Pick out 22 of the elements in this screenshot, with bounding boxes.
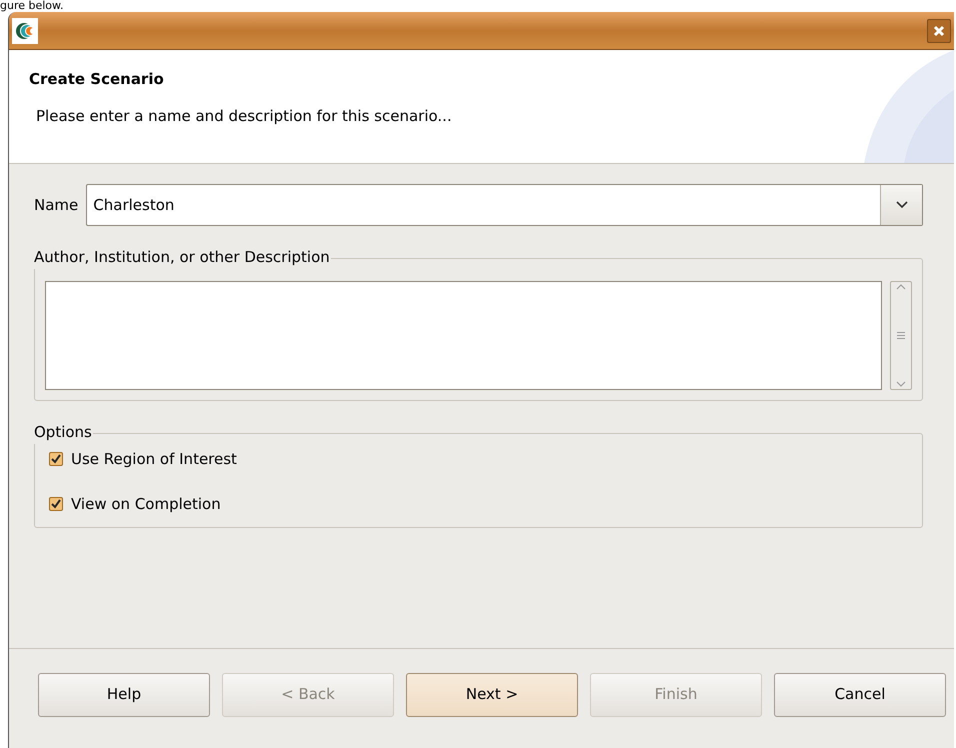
caption-text: gure below. (0, 0, 64, 12)
checkbox[interactable] (49, 452, 63, 466)
checkbox[interactable] (49, 496, 63, 511)
close-icon (933, 24, 945, 36)
name-label: Name (34, 194, 78, 216)
close-button[interactable] (927, 18, 951, 42)
scrollbar[interactable] (890, 281, 912, 390)
scroll-up-icon (896, 284, 906, 290)
chevron-down-icon (896, 201, 908, 209)
header-title: Create Scenario (29, 69, 165, 90)
dialog-button[interactable]: Next > (406, 672, 578, 716)
header-subtitle: Please enter a name and description for this scenario... (36, 106, 453, 126)
description-text-area[interactable] (45, 281, 882, 390)
checkmark-icon (51, 454, 61, 464)
checkmark-icon (51, 498, 61, 509)
checkbox-label: Use Region of Interest (71, 449, 237, 470)
scroll-grip-icon (897, 332, 905, 339)
app-logo-icon (12, 18, 38, 44)
scroll-down-icon (896, 381, 906, 387)
checkbox-label: View on Completion (71, 494, 221, 514)
dialog-button[interactable]: Cancel (774, 672, 946, 716)
dialog-button[interactable]: Help (38, 672, 210, 716)
